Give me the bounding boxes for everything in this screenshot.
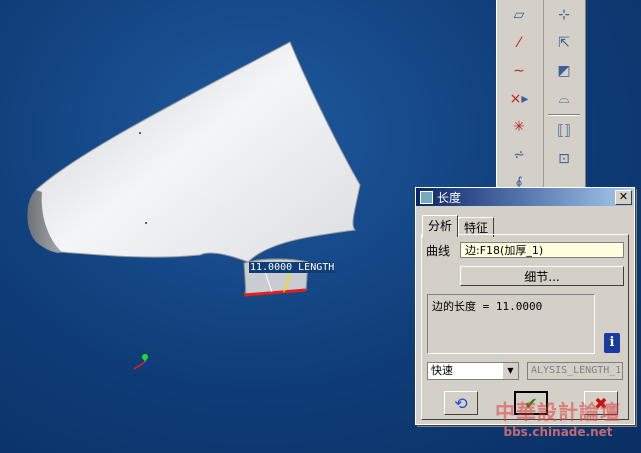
- view-orient-icon[interactable]: ⊹: [548, 2, 580, 28]
- curve-selection-field[interactable]: 边:F18(加厚_1): [460, 242, 624, 258]
- watermark: 中華設計論壇 bbs.chinade.net: [482, 396, 634, 444]
- feature-toolbar: ▱ ⁄ ∼ × ▸ ✳ ⩫ ∮ ⊹ ⇱ ◩ ⌓ ⟦⟧ ⊡: [496, 0, 586, 191]
- offset-icon[interactable]: ⟦⟧: [548, 118, 580, 144]
- dialog-titlebar[interactable]: 长度 ✕: [416, 188, 634, 206]
- mode-select[interactable]: 快速 ▼: [427, 362, 519, 380]
- parameter-name-field[interactable]: ALYSIS_LENGTH_1: [527, 362, 623, 380]
- analysis-panel: 曲线 边:F18(加厚_1) 细节... 边的长度 = 11.0000 i 快速…: [421, 234, 629, 420]
- toolbar-column-left: ▱ ⁄ ∼ × ▸ ✳ ⩫ ∮: [499, 0, 539, 198]
- length-dialog: 长度 ✕ 分析 特征 曲线 边:F18(加厚_1) 细节... 边的长度 = 1…: [415, 187, 635, 425]
- watermark-url: bbs.chinade.net: [503, 425, 613, 439]
- result-text-area: 边的长度 = 11.0000: [427, 294, 595, 354]
- toolbar-separator: [548, 114, 580, 116]
- part-surface[interactable]: [33, 41, 361, 296]
- csys-icon[interactable]: ✳: [503, 114, 535, 140]
- curve-label: 曲线: [426, 244, 451, 258]
- section-icon[interactable]: ⊡: [548, 146, 580, 172]
- surface-icon[interactable]: ◩: [548, 58, 580, 84]
- dialog-title: 长度: [437, 190, 462, 205]
- dialog-app-icon: [420, 190, 433, 204]
- curve-icon[interactable]: ∼: [503, 58, 535, 84]
- dimension-label[interactable]: 11.0000 LENGTH: [249, 262, 336, 273]
- repeat-icon: ⟲: [454, 393, 468, 413]
- point-icon[interactable]: × ▸: [503, 86, 535, 112]
- close-button[interactable]: ✕: [615, 189, 632, 205]
- analysis-feature-icon[interactable]: ⩫: [503, 142, 535, 168]
- boundary-icon[interactable]: ⌓: [548, 86, 580, 112]
- spin-icon[interactable]: ⇱: [548, 30, 580, 56]
- watermark-title: 中華設計論壇: [495, 400, 621, 424]
- info-icon[interactable]: i: [604, 333, 620, 353]
- surface-mark: [145, 222, 147, 224]
- plane-icon[interactable]: ▱: [503, 2, 535, 28]
- mode-select-value: 快速: [431, 364, 453, 377]
- chevron-down-icon[interactable]: ▼: [502, 363, 518, 379]
- toolbar-column-right: ⊹ ⇱ ◩ ⌓ ⟦⟧ ⊡: [543, 0, 584, 190]
- coordinate-triad-icon: [133, 354, 151, 370]
- tab-analysis[interactable]: 分析: [422, 215, 459, 237]
- repeat-button[interactable]: ⟲: [444, 391, 478, 415]
- axis-icon[interactable]: ⁄: [503, 30, 535, 56]
- details-button[interactable]: 细节...: [460, 266, 624, 286]
- surface-mark: [139, 132, 141, 134]
